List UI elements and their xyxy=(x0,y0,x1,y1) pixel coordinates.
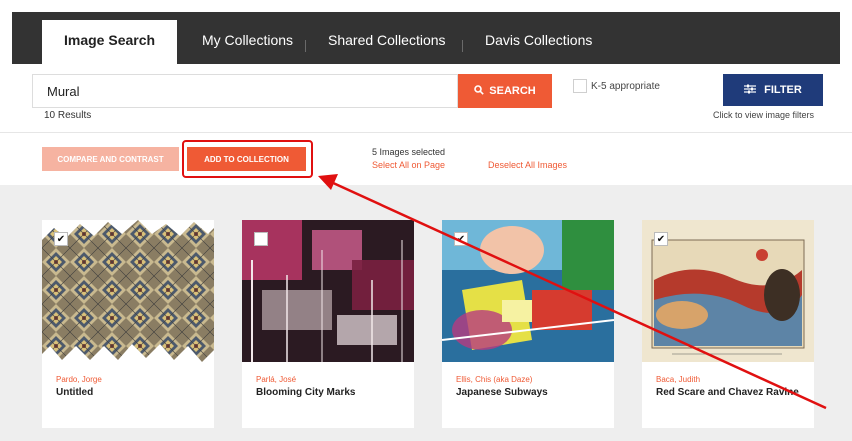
card-artist[interactable]: Pardo, Jorge xyxy=(56,375,102,384)
sliders-icon xyxy=(744,84,757,97)
tab-my-collections[interactable]: My Collections xyxy=(202,20,293,64)
k5-filter[interactable]: K-5 appropriate xyxy=(573,79,660,93)
card-title[interactable]: Blooming City Marks xyxy=(256,387,406,399)
card-title[interactable]: Japanese Subways xyxy=(456,387,606,399)
card-artist[interactable]: Baca, Judith xyxy=(656,375,700,384)
search-input[interactable] xyxy=(32,74,458,108)
k5-checkbox[interactable] xyxy=(573,79,587,93)
filter-button-label: FILTER xyxy=(764,84,802,96)
tab-separator xyxy=(305,40,306,52)
image-card[interactable]: ✔ Ellis, Chis (aka Daze) Japanese Subway… xyxy=(442,220,614,428)
tab-davis-collections[interactable]: Davis Collections xyxy=(485,20,592,64)
selected-count: 5 Images selected xyxy=(372,147,446,157)
deselect-all-link[interactable]: Deselect All Images xyxy=(488,160,567,170)
select-checkbox[interactable] xyxy=(254,232,268,246)
card-title[interactable]: Untitled xyxy=(56,387,206,399)
image-card[interactable]: ✔ Baca, Judith Red Scare and Chavez Ravi… xyxy=(642,220,814,428)
page: Image Search My Collections Shared Colle… xyxy=(0,0,852,441)
select-checkbox[interactable]: ✔ xyxy=(54,232,68,246)
compare-and-contrast-button[interactable]: COMPARE AND CONTRAST xyxy=(42,147,179,171)
filter-button[interactable]: FILTER xyxy=(723,74,823,106)
search-button[interactable]: SEARCH xyxy=(458,74,552,108)
select-all-link[interactable]: Select All on Page xyxy=(372,160,445,170)
select-checkbox[interactable]: ✔ xyxy=(654,232,668,246)
results-count: 10 Results xyxy=(44,110,92,121)
tab-image-search[interactable]: Image Search xyxy=(42,20,178,64)
divider xyxy=(0,132,852,133)
select-checkbox[interactable]: ✔ xyxy=(454,232,468,246)
image-gallery: ✔ Pardo, Jorge Untitled Parlá, José Bloo… xyxy=(0,185,852,441)
card-title[interactable]: Red Scare and Chavez Ravine xyxy=(656,387,806,399)
k5-label: K-5 appropriate xyxy=(591,80,660,92)
filter-hint: Click to view image filters xyxy=(713,110,815,120)
card-artist[interactable]: Parlá, José xyxy=(256,375,296,384)
tab-bar: Image Search My Collections Shared Colle… xyxy=(12,12,840,64)
card-artist[interactable]: Ellis, Chis (aka Daze) xyxy=(456,375,532,384)
image-card[interactable]: Parlá, José Blooming City Marks xyxy=(242,220,414,428)
image-card[interactable]: ✔ Pardo, Jorge Untitled xyxy=(42,220,214,428)
tab-separator xyxy=(462,40,463,52)
search-button-label: SEARCH xyxy=(489,85,536,97)
tab-shared-collections[interactable]: Shared Collections xyxy=(328,20,446,64)
search-icon xyxy=(474,84,485,98)
add-to-collection-button[interactable]: ADD TO COLLECTION xyxy=(187,147,306,171)
